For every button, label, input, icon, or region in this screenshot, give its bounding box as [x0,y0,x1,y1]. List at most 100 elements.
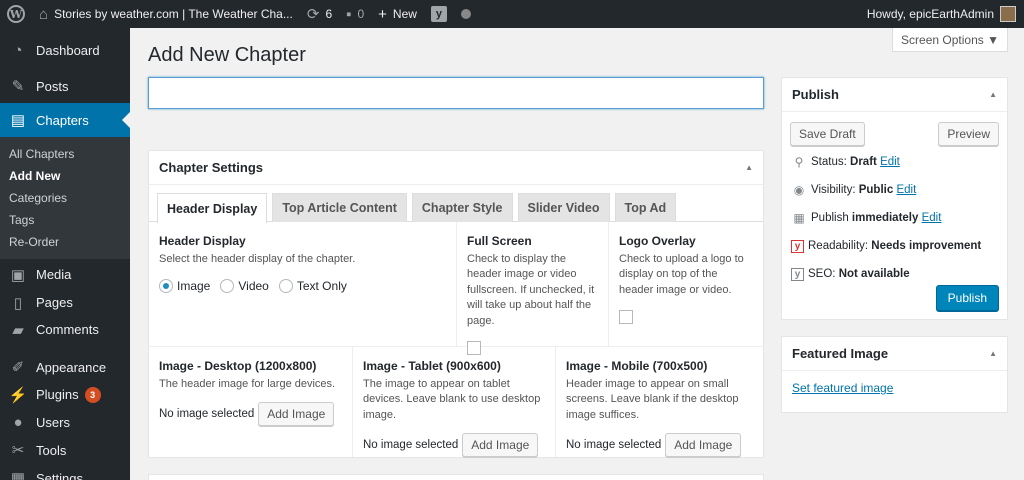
yoast-menu-button[interactable]: y [424,0,454,28]
sidebar-item-chapters[interactable]: ▤ Chapters [0,103,130,137]
sidebar-item-label: Users [36,414,70,430]
sidebar-item-tools[interactable]: ✂ Tools [0,436,130,464]
sidebar-item-appearance[interactable]: ✐ Appearance [0,353,130,381]
publish-header[interactable]: Publish ▲ [782,78,1007,112]
wordpress-logo-button[interactable]: W [0,0,32,28]
pin-icon: ⚲ [794,155,804,169]
featured-image-body: Set featured image [782,371,1007,405]
publish-button[interactable]: Publish [935,285,999,311]
image-status: No image selected [159,408,255,421]
readability-yoast-icon: y [791,239,804,253]
tab-header-display[interactable]: Header Display [157,193,268,223]
radio-unchecked-icon [278,279,293,294]
tab-slider-video[interactable]: Slider Video [517,193,610,222]
submenu-all-chapters[interactable]: All Chapters [0,143,130,165]
new-label: New [392,7,417,21]
radio-text-only[interactable]: Text Only [278,279,347,294]
radio-video[interactable]: Video [220,279,269,294]
image-selector: No image selected Add Image [566,433,753,458]
chapter-title-input[interactable] [148,77,764,109]
edit-status-link[interactable]: Edit [880,156,900,168]
save-draft-button[interactable]: Save Draft [790,122,865,146]
logo-overlay-checkbox[interactable] [619,310,633,325]
seo-yoast-icon: y [791,267,804,281]
readability-row: y Readability: Needs improvement [791,232,998,260]
field-title: Image - Desktop (1200x800) [159,359,317,373]
publish-misc: ⚲ Status: Draft Edit ◉ Visibility: Publi… [782,146,1007,290]
radio-checked-icon [159,279,173,294]
sidebar-item-label: Pages [36,295,73,310]
radio-unchecked-icon [220,279,235,294]
admin-bar: W ⌂ Stories by weather.com | The Weather… [0,0,1024,28]
status-dot-icon [460,9,471,19]
comments-button[interactable]: ▪ 0 [339,0,371,28]
chapter-settings-heading: Chapter Settings [159,160,264,175]
chapter-settings-tabs: Header Display Top Article Content Chapt… [149,185,763,223]
submenu-categories[interactable]: Categories [0,187,130,209]
updates-button[interactable]: ⟳ 6 [300,0,339,28]
sidebar-item-plugins[interactable]: ⚡ Plugins 3 [0,381,130,408]
sidebar-item-settings[interactable]: ▦ Settings [0,464,130,480]
new-content-button[interactable]: + New [371,0,424,28]
settings-icon: ▦ [10,470,26,480]
set-featured-image-link[interactable]: Set featured image [792,381,893,395]
visibility-row: ◉ Visibility: Public Edit [791,176,998,204]
sidebar-item-media[interactable]: ▣ Media [0,259,130,290]
chapters-icon: ▤ [10,112,26,129]
seo-value: Not available [838,268,910,280]
field-description: The header image for large devices. [159,378,336,390]
edit-visibility-link[interactable]: Edit [896,184,916,196]
sidebar-item-label: Tools [36,442,67,458]
sidebar-item-users[interactable]: ● Users [0,408,130,436]
field-title: Image - Tablet (900x600) [363,359,501,373]
logo-overlay-field: Logo Overlay Check to upload a logo to d… [609,222,763,346]
comment-bubble-icon: ▪ [346,5,352,23]
sidebar-item-posts[interactable]: ✎ Posts [0,69,130,103]
collapse-arrow-icon[interactable]: ▲ [745,163,753,172]
site-name: Stories by weather.com | The Weather Cha… [54,7,293,21]
field-description: Select the header display of the chapter… [159,253,356,265]
site-name-link[interactable]: ⌂ Stories by weather.com | The Weather C… [32,0,300,28]
field-title: Header Display [159,234,246,248]
chapter-settings-header[interactable]: Chapter Settings ▲ [149,151,763,185]
wordpress-logo-icon: W [7,5,25,23]
radio-image[interactable]: Image [159,279,210,294]
featured-image-header[interactable]: Featured Image ▲ [782,337,1007,371]
tab-top-ad[interactable]: Top Ad [614,193,677,222]
image-desktop-field: Image - Desktop (1200x800) The header im… [149,347,353,457]
tab-top-article-content[interactable]: Top Article Content [272,193,407,222]
submenu-re-order[interactable]: Re-Order [0,231,130,253]
field-title: Logo Overlay [619,234,696,248]
tab-chapter-style[interactable]: Chapter Style [411,193,513,222]
collapse-arrow-icon[interactable]: ▲ [989,90,997,99]
field-description: Header image to appear on small screens.… [566,378,739,421]
sidebar-item-comments[interactable]: ▰ Comments [0,315,130,344]
preview-button[interactable]: Preview [938,122,999,146]
account-menu[interactable]: Howdy, epicEarthAdmin [860,0,1024,28]
admin-sidebar: ◔ Dashboard ✎ Posts ▤ Chapters All Chapt… [0,28,130,480]
comment-icon: ▰ [12,321,24,339]
screen-options-button[interactable]: Screen Options ▼ [892,28,1008,52]
add-image-desktop-button[interactable]: Add Image [258,402,335,427]
seo-status-indicator[interactable] [454,0,478,28]
field-description: Check to upload a logo to display on top… [619,253,744,296]
publish-value: immediately [851,212,919,224]
dashboard-icon: ◔ [13,41,23,59]
collapse-arrow-icon[interactable]: ▲ [989,349,997,358]
user-icon: ● [13,413,23,431]
submenu-tags[interactable]: Tags [0,209,130,231]
readability-label: Readability: [808,240,869,252]
sidebar-item-pages[interactable]: ▯ Pages [0,290,130,315]
image-status: No image selected [566,439,662,452]
avatar [1000,6,1016,22]
sidebar-item-dashboard[interactable]: ◔ Dashboard [0,33,130,67]
calendar-icon: ▦ [793,211,805,225]
status-label: Status: [811,156,847,168]
sidebar-item-label: Posts [36,78,69,94]
publish-label: Publish [811,212,849,224]
add-image-tablet-button[interactable]: Add Image [462,433,539,458]
submenu-add-new[interactable]: Add New [0,165,130,187]
edit-schedule-link[interactable]: Edit [922,212,942,224]
plus-icon: + [378,5,387,23]
add-image-mobile-button[interactable]: Add Image [665,433,742,458]
